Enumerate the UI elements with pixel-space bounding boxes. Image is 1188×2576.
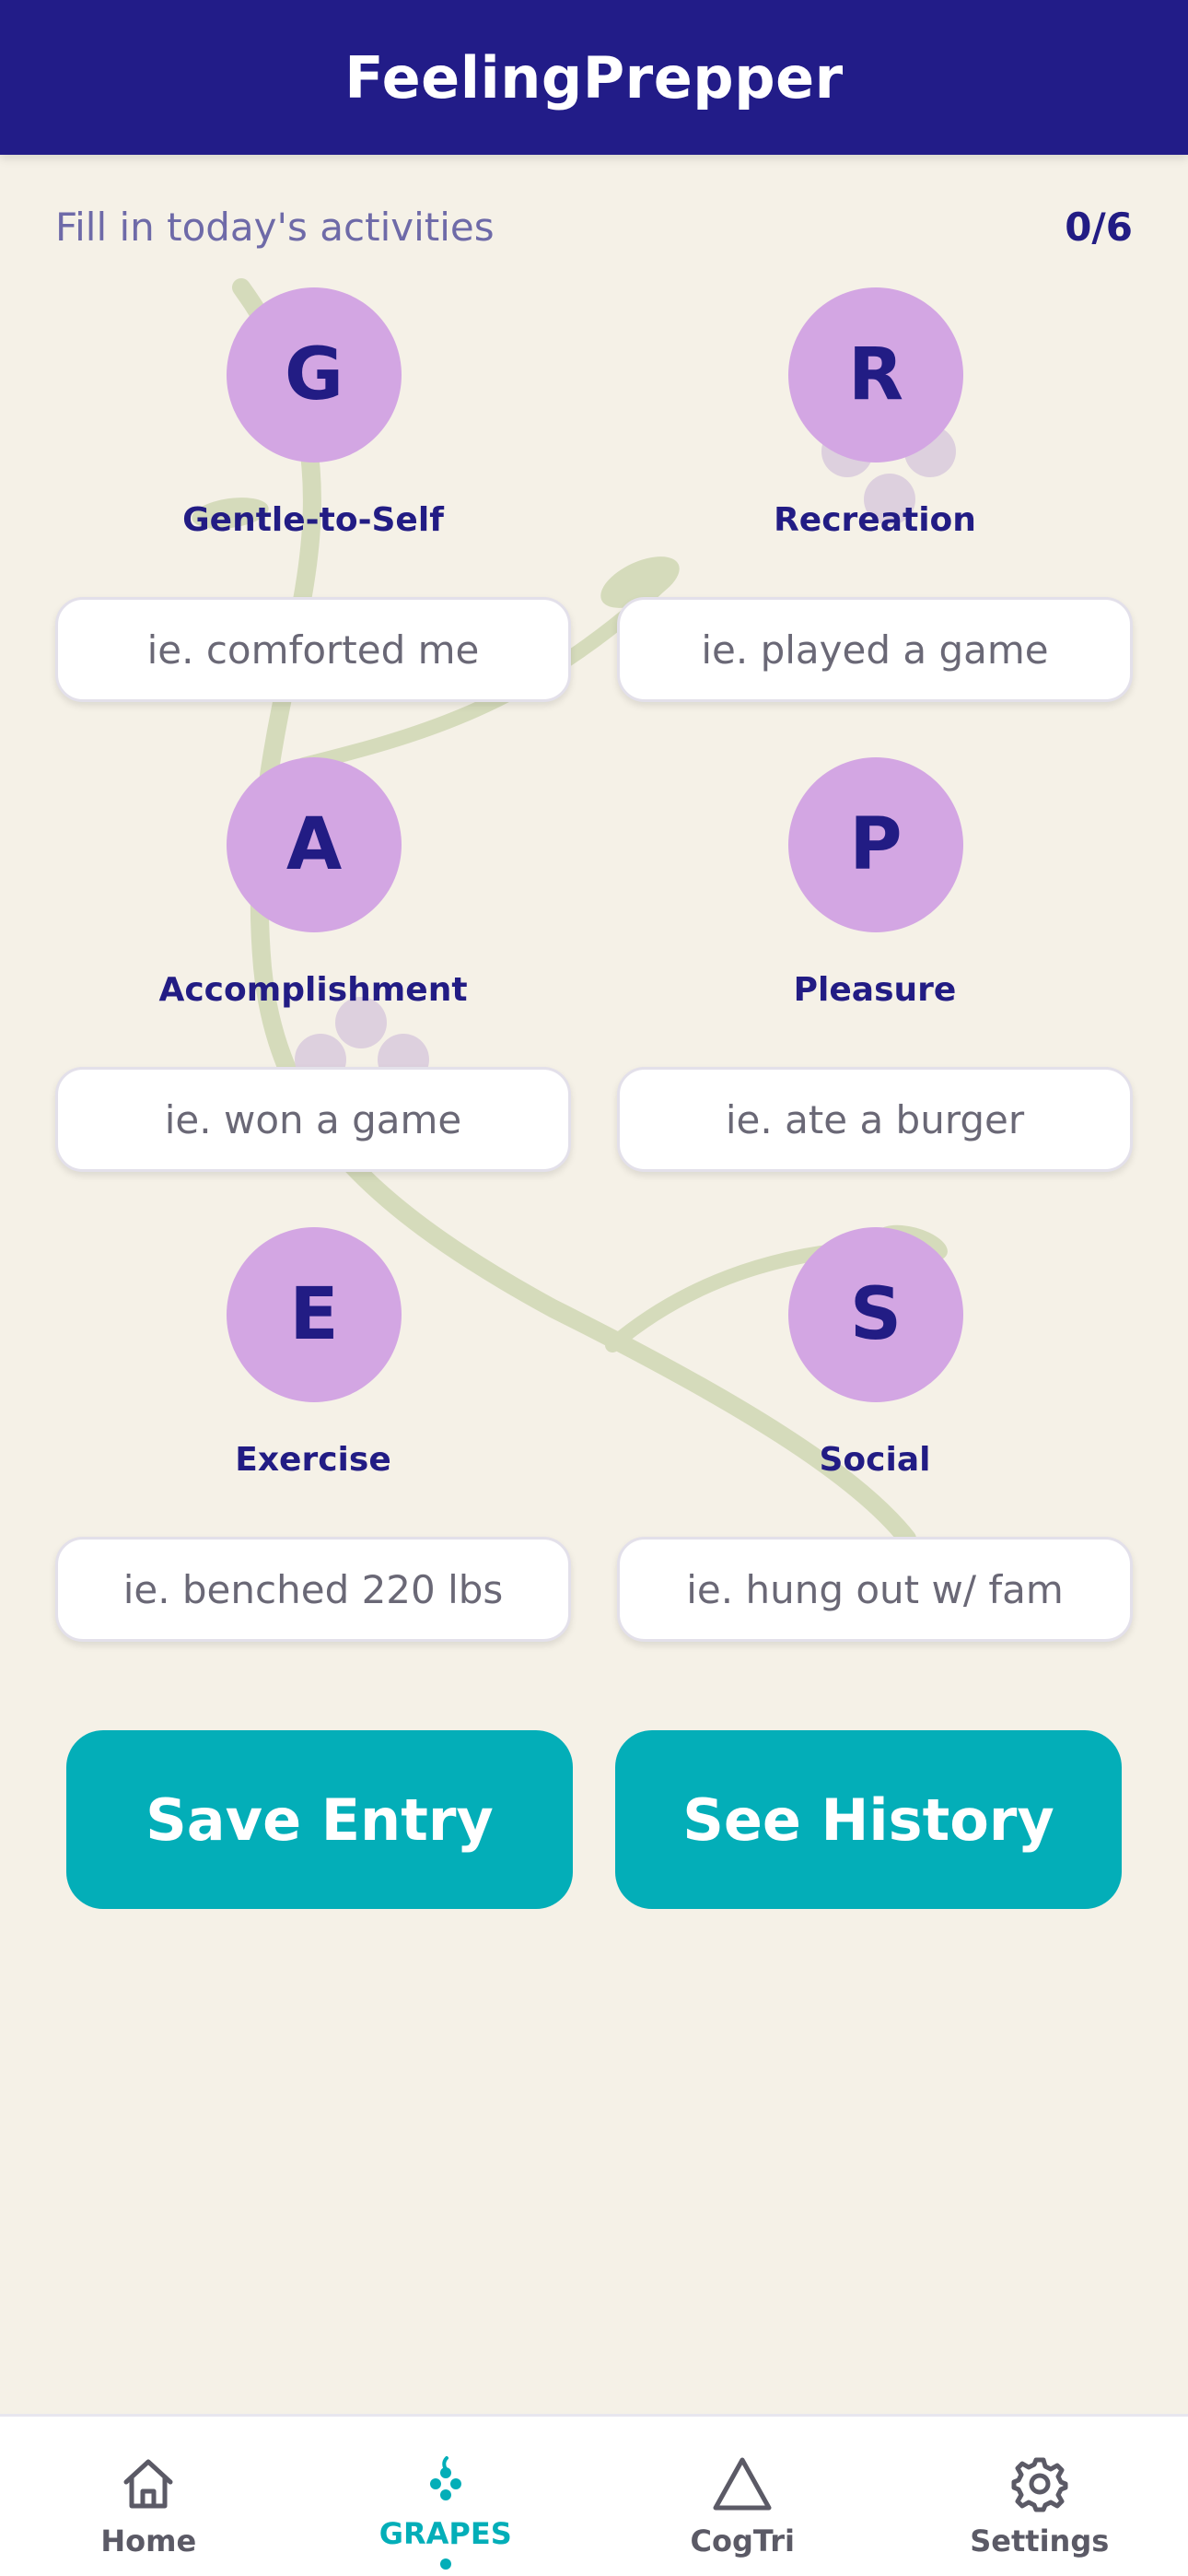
category-label: Recreation [774, 501, 976, 539]
tab-grapes[interactable]: GRAPES [297, 2417, 595, 2576]
pleasure-input[interactable] [617, 1067, 1133, 1172]
active-tab-indicator [439, 2558, 451, 2570]
category-label: Pleasure [793, 971, 957, 1009]
tab-settings[interactable]: Settings [891, 2417, 1188, 2576]
category-label: Accomplishment [158, 971, 468, 1009]
tab-label: GRAPES [379, 2516, 512, 2551]
category-letter-badge: G [227, 287, 402, 463]
grapes-icon [413, 2452, 478, 2516]
category-recreation: R Recreation [617, 287, 1133, 702]
category-letter-badge: R [788, 287, 963, 463]
category-label: Gentle-to-Self [182, 501, 444, 539]
app-header: FeelingPrepper [0, 0, 1188, 155]
category-letter-badge: A [227, 757, 402, 932]
home-icon [116, 2452, 181, 2516]
see-history-button[interactable]: See History [615, 1730, 1122, 1909]
category-accomplishment: A Accomplishment [55, 757, 571, 1172]
progress-counter: 0/6 [1065, 205, 1133, 250]
tab-label: CogTri [690, 2523, 795, 2558]
tab-cogtri[interactable]: CogTri [594, 2417, 891, 2576]
category-letter-badge: S [788, 1227, 963, 1402]
bottom-tab-bar: Home GRAPES CogTri Settings [0, 2414, 1188, 2576]
category-letter-badge: E [227, 1227, 402, 1402]
category-label: Social [819, 1441, 931, 1479]
tab-home[interactable]: Home [0, 2417, 297, 2576]
app-title: FeelingPrepper [344, 43, 844, 111]
category-gentle-to-self: G Gentle-to-Self [55, 287, 571, 702]
triangle-icon [710, 2452, 775, 2516]
recreation-input[interactable] [617, 597, 1133, 702]
exercise-input[interactable] [55, 1537, 571, 1642]
instructions-text: Fill in today's activities [55, 205, 495, 250]
category-label: Exercise [235, 1441, 391, 1479]
category-exercise: E Exercise [55, 1227, 571, 1642]
save-entry-button[interactable]: Save Entry [66, 1730, 573, 1909]
category-letter-badge: P [788, 757, 963, 932]
tab-label: Settings [970, 2523, 1110, 2558]
accomplishment-input[interactable] [55, 1067, 571, 1172]
category-social: S Social [617, 1227, 1133, 1642]
gentle-to-self-input[interactable] [55, 597, 571, 702]
gear-icon [1007, 2452, 1072, 2516]
social-input[interactable] [617, 1537, 1133, 1642]
category-pleasure: P Pleasure [617, 757, 1133, 1172]
tab-label: Home [100, 2523, 197, 2558]
